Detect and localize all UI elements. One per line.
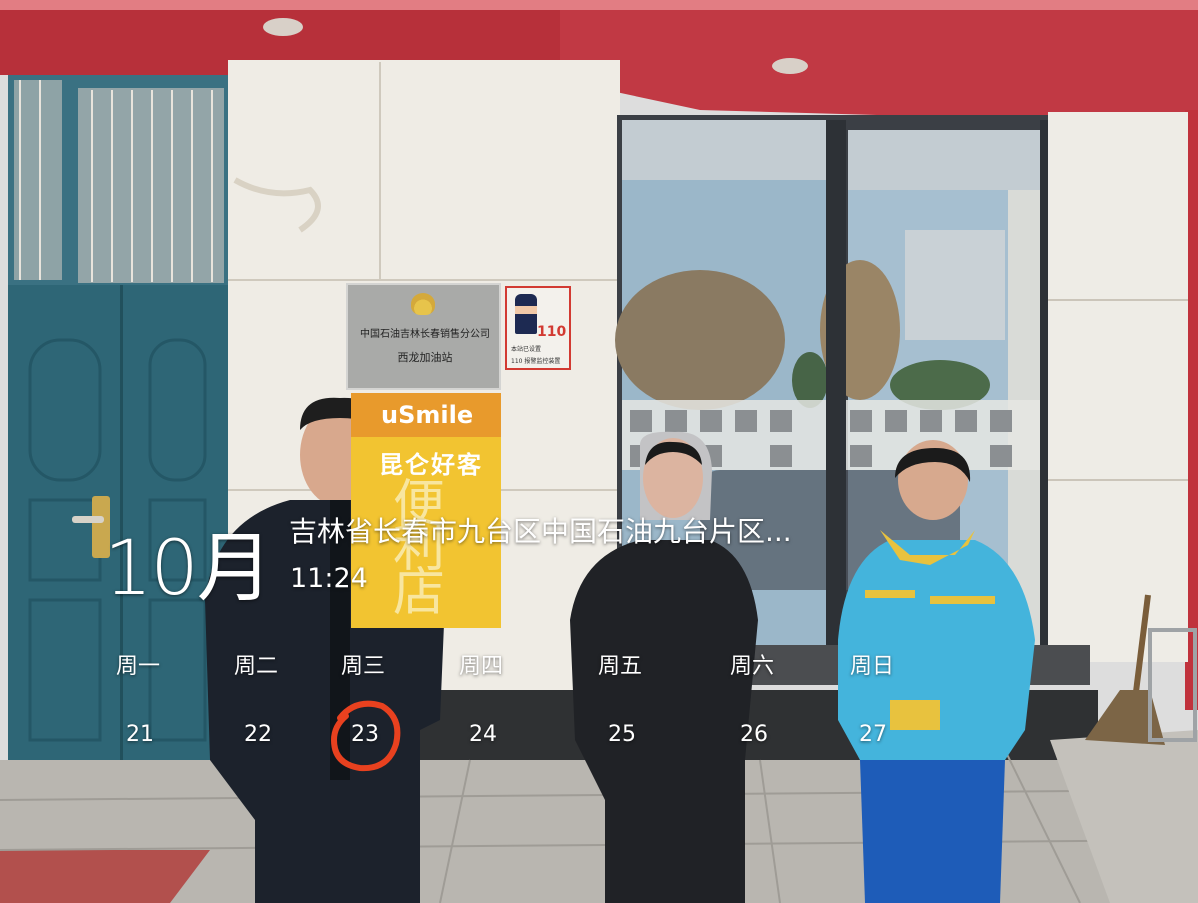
watermark-time: 11:24 <box>290 563 368 594</box>
day-number: 22 <box>244 722 272 747</box>
day-number: 23 <box>351 722 379 747</box>
petrochina-logo-icon <box>411 293 435 315</box>
police-sign: 110 本站已设置 110 报警监控装置 <box>505 286 571 370</box>
weekday-label: 周一 <box>116 654 161 679</box>
watermark-location: 吉林省长春市九台区中国石油九台片区... <box>289 515 792 548</box>
day-number: 25 <box>608 722 636 747</box>
weekday-label: 周六 <box>730 654 775 679</box>
police-number: 110 <box>537 324 567 340</box>
station-company: 中国石油吉林长春销售分公司 <box>360 329 490 340</box>
photo-background <box>0 0 1198 903</box>
shop-brand-text: uSmile <box>381 401 474 429</box>
day-number: 21 <box>126 722 154 747</box>
weekday-label: 周四 <box>459 654 504 679</box>
day-number: 26 <box>740 722 768 747</box>
station-name: 西龙加油站 <box>397 351 453 364</box>
weekday-label: 周二 <box>234 654 279 679</box>
watermark-month: 10月 <box>104 523 273 612</box>
police-line2: 110 报警监控装置 <box>511 358 561 365</box>
police-line1: 本站已设置 <box>511 346 542 353</box>
day-number: 24 <box>469 722 497 747</box>
photo-scene: 中国石油吉林长春销售分公司 西龙加油站 110 本站已设置 110 报警监控装置… <box>0 0 1198 903</box>
weekday-label: 周五 <box>598 654 643 679</box>
weekday-label: 周三 <box>341 654 386 679</box>
police-cartoon-icon <box>515 294 537 334</box>
station-sign: 中国石油吉林长春销售分公司 西龙加油站 <box>346 283 501 390</box>
day-number: 27 <box>859 722 887 747</box>
weekday-label: 周日 <box>850 654 895 679</box>
